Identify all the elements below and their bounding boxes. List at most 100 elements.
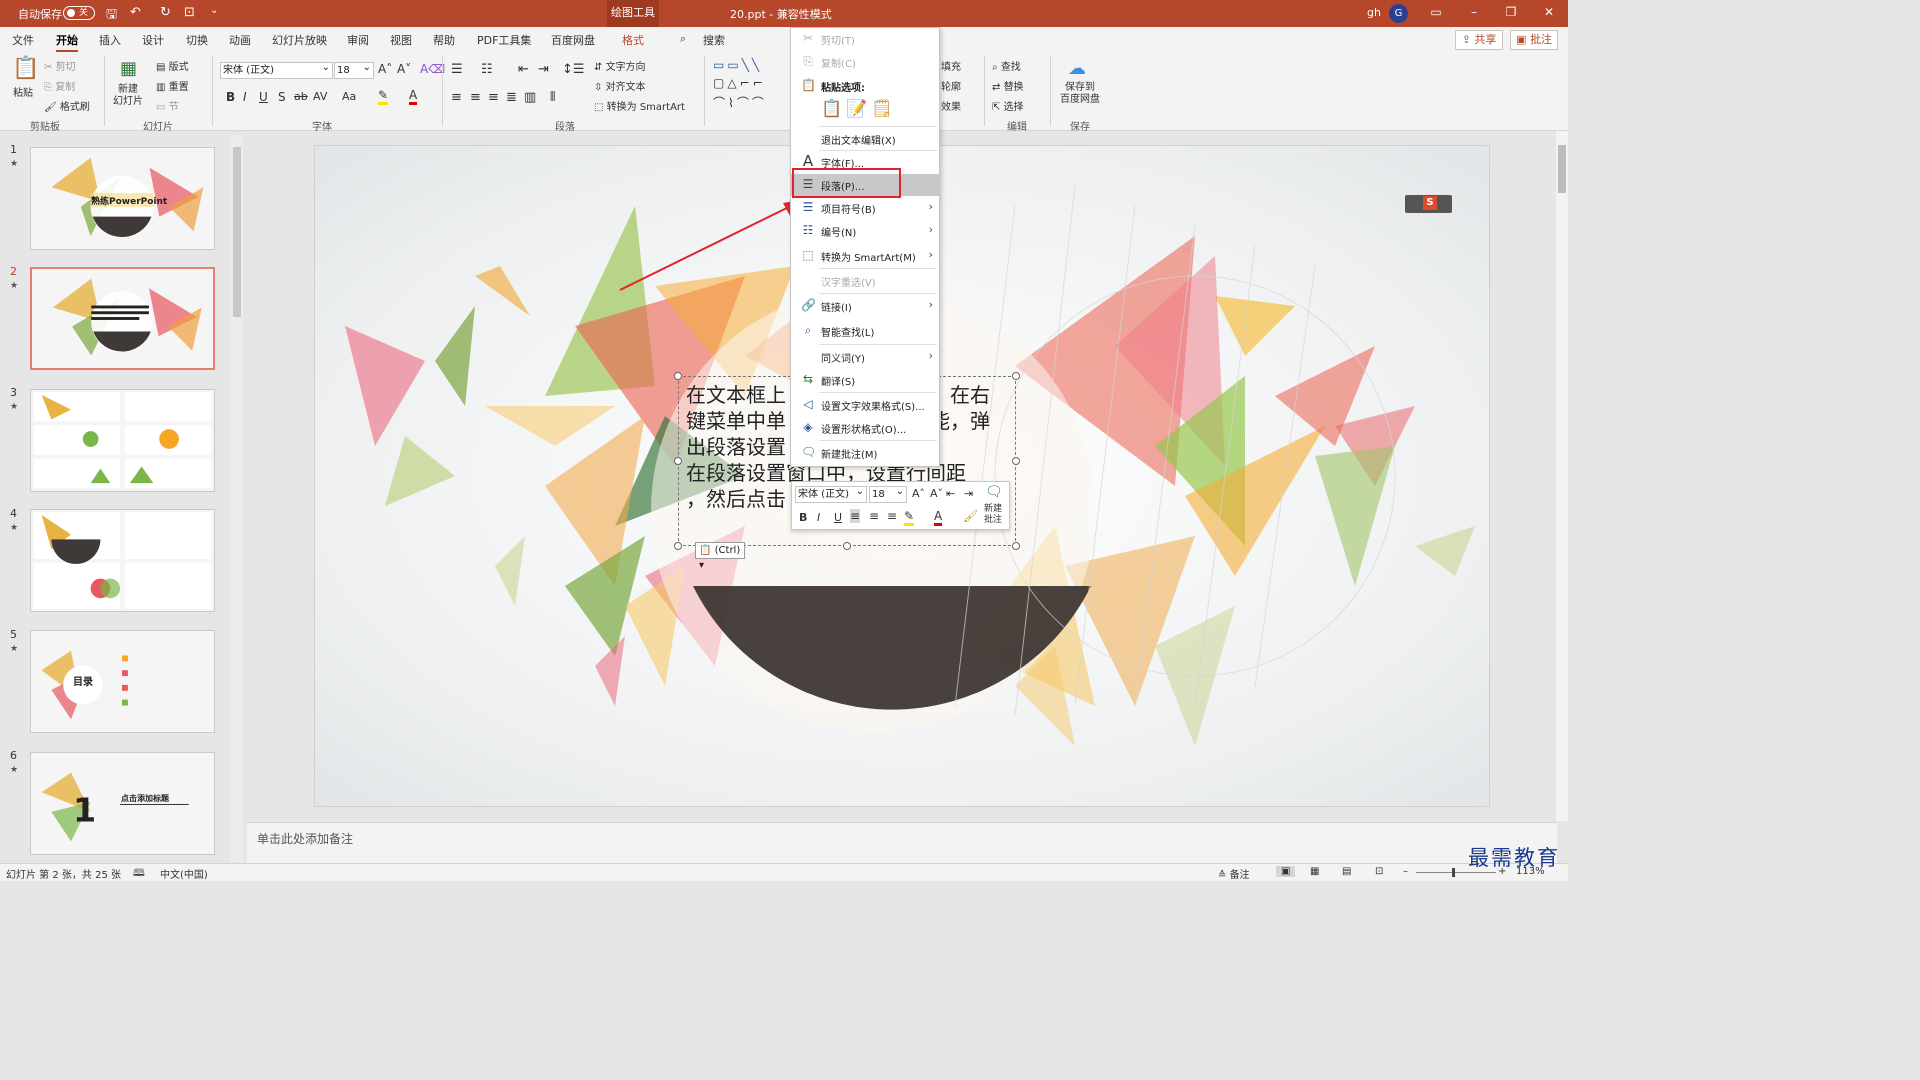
tab-baidu-netdisk[interactable]: 百度网盘 (551, 32, 595, 48)
bullets-icon[interactable]: ☰ (451, 62, 463, 77)
change-case-icon[interactable]: Aa (342, 90, 356, 103)
ribbon-display-icon[interactable]: ▭ (1426, 5, 1446, 19)
shapes-gallery-row2[interactable]: ▢△⌐⌐ (713, 76, 766, 90)
avatar[interactable]: G (1389, 4, 1408, 23)
notes-pane[interactable]: 单击此处添加备注 (247, 822, 1557, 863)
mini-decrease-indent-icon[interactable]: ⇤ (946, 487, 955, 500)
bold-icon[interactable]: B (226, 90, 235, 104)
align-right-icon[interactable]: ≡ (887, 509, 897, 523)
tab-slideshow[interactable]: 幻灯片放映 (272, 32, 327, 48)
new-slide-button[interactable]: 新建 幻灯片 (113, 84, 143, 108)
mini-font-combo[interactable]: 宋体 (正文) (795, 484, 867, 503)
menu-item-link[interactable]: 🔗 链接(I) › (791, 295, 939, 317)
slide-thumbnail-6[interactable]: 1 点击添加标题 (30, 752, 215, 855)
font-name-combo[interactable]: 宋体 (正文) (220, 60, 333, 79)
replace-button[interactable]: ⇄ 替换 (992, 78, 1024, 93)
close-icon[interactable]: ✕ (1539, 5, 1559, 19)
menu-item-new-comment[interactable]: 🗨 新建批注(M) (791, 442, 939, 464)
menu-item-copy[interactable]: ⎘ 复制(C) (791, 51, 939, 73)
reading-view-icon[interactable]: ▤ (1342, 866, 1351, 877)
italic-icon[interactable]: I (817, 511, 820, 524)
paste-icon[interactable]: 📋 (12, 56, 39, 81)
slide-thumbnail-2[interactable] (30, 267, 215, 370)
save-icon[interactable]: 🖫 (106, 5, 117, 27)
slide-thumbnail-4[interactable] (30, 509, 215, 612)
shape-outline-button[interactable]: 轮廓 (941, 78, 961, 93)
tab-review[interactable]: 审阅 (347, 32, 369, 48)
menu-item-smart-lookup[interactable]: ⌕ 智能查找(L) (791, 320, 939, 342)
bold-icon[interactable]: B (799, 511, 807, 524)
tab-home[interactable]: 开始 (56, 32, 78, 53)
menu-item-bullets[interactable]: ☰ 项目符号(B) › (791, 197, 939, 219)
tab-file[interactable]: 文件 (12, 32, 34, 48)
find-button[interactable]: ⌕ 查找 (992, 58, 1021, 73)
zoom-slider-thumb[interactable] (1452, 868, 1455, 877)
mini-increase-indent-icon[interactable]: ⇥ (964, 487, 973, 500)
sogou-icon[interactable]: S (1423, 196, 1437, 210)
search-label[interactable]: 搜索 (703, 32, 725, 48)
copy-button[interactable]: ⎘ 复制 (44, 78, 75, 93)
align-text-button[interactable]: ⇳ 对齐文本 (594, 78, 646, 93)
resize-handle[interactable] (843, 542, 851, 550)
menu-item-translate[interactable]: ⇆ 翻译(S) (791, 369, 939, 391)
distributed-icon[interactable]: ▥ (524, 90, 536, 105)
paste-keep-source-icon[interactable]: 📝 (846, 99, 867, 123)
input-method-toolbar[interactable]: S (1405, 195, 1452, 213)
reset-button[interactable]: ▥ 重置 (156, 78, 189, 93)
menu-item-text-effects[interactable]: ◁ 设置文字效果格式(S)... (791, 394, 939, 416)
spelling-icon[interactable]: 🕮 (133, 866, 145, 883)
resize-handle[interactable] (674, 457, 682, 465)
align-left-icon[interactable]: ≡ (850, 509, 861, 523)
tab-help[interactable]: 帮助 (433, 32, 455, 48)
scrollbar-thumb[interactable] (1558, 145, 1566, 193)
char-spacing-icon[interactable]: AV (313, 90, 327, 103)
undo-icon[interactable]: ↶ (130, 5, 141, 20)
slide-sorter-icon[interactable]: ▦ (1310, 866, 1319, 877)
slideshow-icon[interactable]: ⊡ (1375, 866, 1383, 877)
shrink-font-icon[interactable]: A˅ (930, 487, 943, 500)
text-direction-button[interactable]: ⇵ 文字方向 (594, 58, 646, 73)
slide-thumbnail-3[interactable] (30, 389, 215, 492)
redo-icon[interactable]: ↻ (160, 5, 171, 20)
slide-thumbnail-5[interactable]: 目录 (30, 630, 215, 733)
line-spacing-icon[interactable]: ↕☰ (562, 62, 585, 77)
language-indicator[interactable]: 中文(中国) (160, 866, 208, 881)
mini-size-combo[interactable]: 18 (869, 484, 907, 503)
baidu-cloud-icon[interactable]: ☁ (1068, 58, 1086, 79)
highlight-icon[interactable]: ✎ (904, 509, 915, 526)
columns-icon[interactable]: ⫴ (550, 90, 555, 105)
menu-item-convert-smartart[interactable]: ⬚ 转换为 SmartArt(M) › (791, 245, 939, 267)
drawing-tools-tab[interactable]: 绘图工具 (607, 0, 659, 27)
menu-item-shape-format[interactable]: ◈ 设置形状格式(O)... (791, 417, 939, 439)
format-painter-button[interactable]: 🖌 格式刷 (44, 98, 90, 113)
resize-handle[interactable] (674, 372, 682, 380)
minimize-icon[interactable]: – (1464, 5, 1484, 19)
increase-indent-icon[interactable]: ⇥ (538, 62, 549, 77)
resize-handle[interactable] (674, 542, 682, 550)
thumbnails-scrollbar[interactable] (231, 135, 243, 862)
notes-placeholder[interactable]: 单击此处添加备注 (257, 830, 353, 847)
autosave-toggle[interactable]: 关 (63, 6, 95, 20)
tab-animations[interactable]: 动画 (229, 32, 251, 48)
tab-format[interactable]: 格式 (622, 32, 644, 48)
zoom-slider[interactable] (1416, 872, 1496, 873)
paste-options-tag[interactable]: 📋 (Ctrl) ▾ (695, 542, 745, 571)
decrease-indent-icon[interactable]: ⇤ (518, 62, 529, 77)
menu-item-synonyms[interactable]: 同义词(Y) › (791, 346, 939, 368)
menu-item-cut[interactable]: ✂ 剪切(T) (791, 28, 939, 50)
select-button[interactable]: ⇱ 选择 (992, 98, 1024, 113)
resize-handle[interactable] (1012, 542, 1020, 550)
justify-icon[interactable]: ≣ (506, 90, 517, 105)
font-color-icon[interactable]: A (934, 509, 943, 526)
align-center-icon[interactable]: ≡ (869, 509, 879, 523)
shape-effects-button[interactable]: 效果 (941, 98, 961, 113)
notes-toggle[interactable]: ≙ 备注 (1218, 866, 1250, 881)
tab-view[interactable]: 视图 (390, 32, 412, 48)
menu-item-numbering[interactable]: ☷ 编号(N) › (791, 220, 939, 242)
numbering-icon[interactable]: ☷ (481, 62, 493, 77)
paste-text-only-icon[interactable]: 🗒 (871, 99, 893, 123)
italic-icon[interactable]: I (243, 90, 247, 104)
grow-font-icon[interactable]: A˄ (912, 487, 925, 500)
comments-button[interactable]: ▣ 批注 (1510, 30, 1558, 50)
tab-design[interactable]: 设计 (142, 32, 164, 48)
